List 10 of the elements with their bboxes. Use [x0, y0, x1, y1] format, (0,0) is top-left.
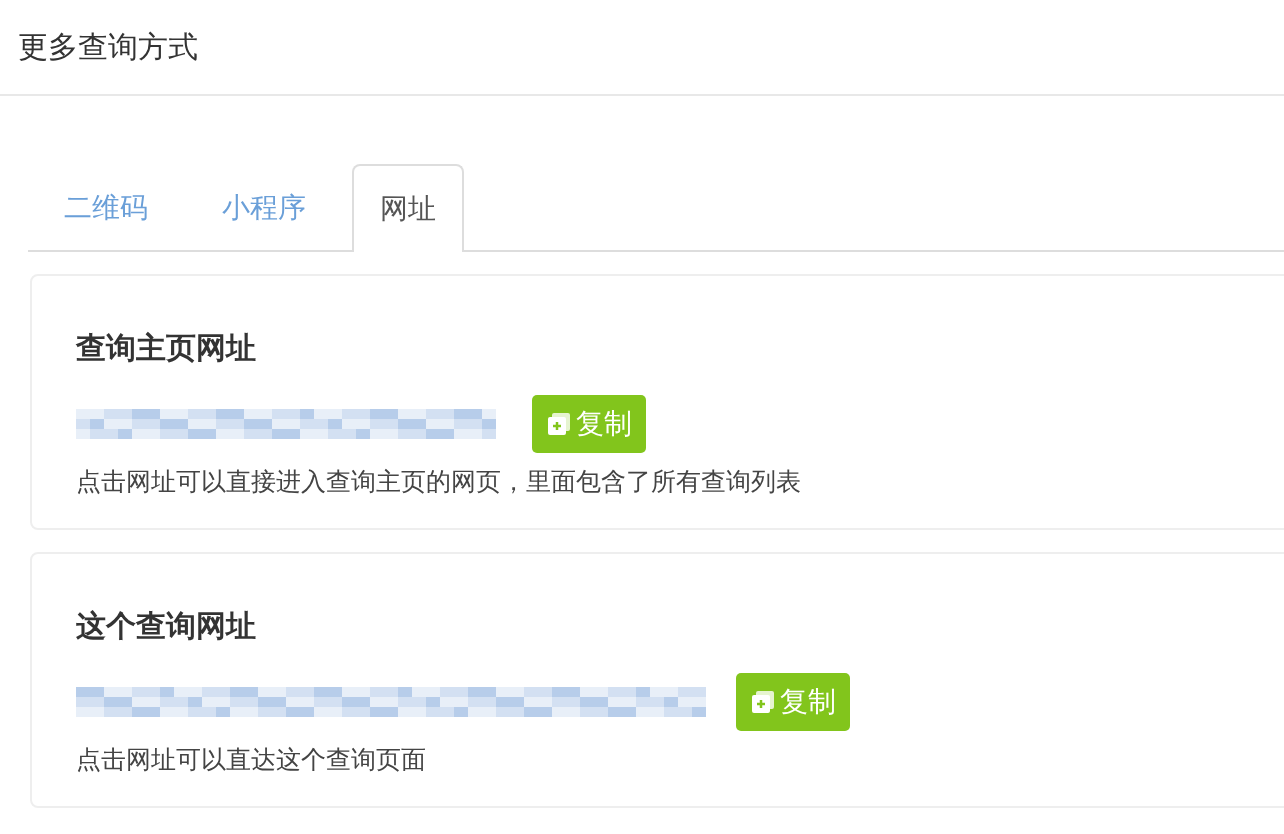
page-title: 更多查询方式: [18, 27, 198, 66]
card-description: 点击网址可以直接进入查询主页的网页，里面包含了所有查询列表: [76, 466, 802, 498]
tab[interactable]: 网址: [352, 164, 464, 252]
copy-icon: [546, 411, 572, 437]
card-description: 点击网址可以直达这个查询页面: [76, 744, 427, 776]
copy-icon: [750, 689, 776, 715]
copy-button[interactable]: 复制: [736, 673, 850, 731]
card-title: 这个查询网址: [76, 607, 257, 645]
copy-button[interactable]: 复制: [532, 395, 646, 453]
card-title: 查询主页网址: [76, 329, 257, 367]
